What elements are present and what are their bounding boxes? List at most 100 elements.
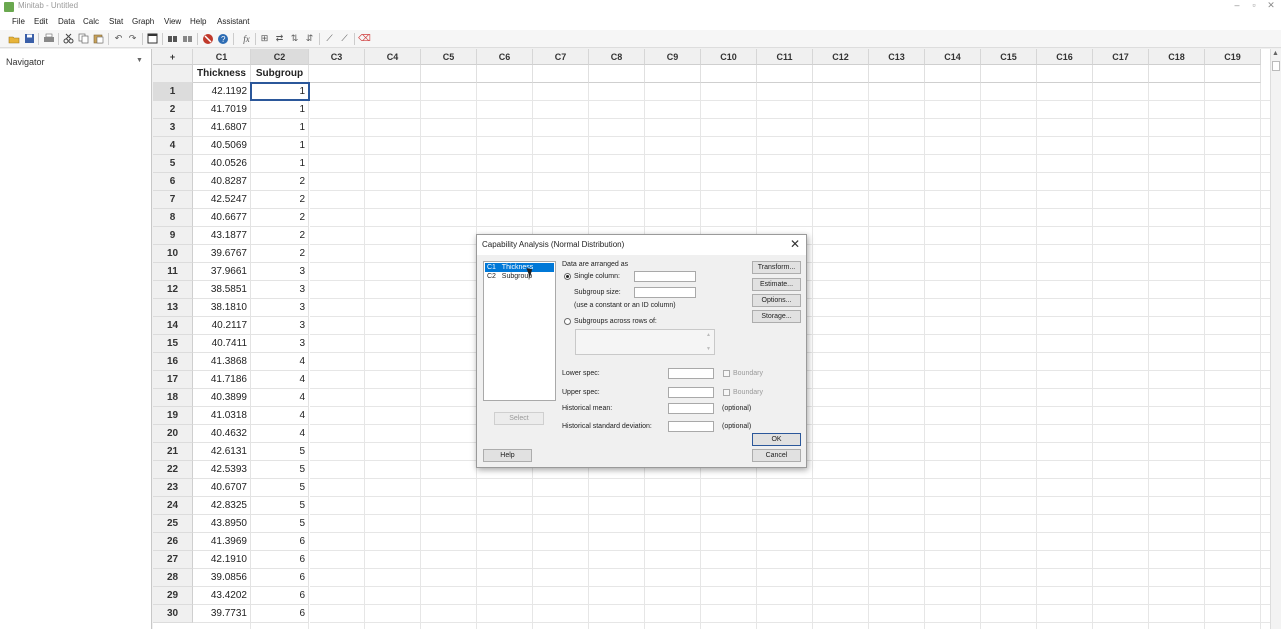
thickness-cell[interactable]: 40.0526 [193, 155, 251, 173]
column-name-cell[interactable]: Subgroup [251, 65, 309, 83]
row-header[interactable]: 22 [153, 461, 193, 479]
subgroup-cell[interactable]: 4 [251, 389, 309, 407]
row-header[interactable]: 23 [153, 479, 193, 497]
upper-boundary-checkbox[interactable] [723, 389, 730, 396]
thickness-cell[interactable]: 41.3868 [193, 353, 251, 371]
redo-icon[interactable]: ↷ [126, 32, 139, 45]
thickness-cell[interactable]: 42.5247 [193, 191, 251, 209]
subgroup-cell[interactable]: 4 [251, 425, 309, 443]
column-header-c15[interactable]: C15 [981, 49, 1037, 65]
help-icon[interactable]: ? [216, 32, 229, 45]
thickness-cell[interactable]: 41.3969 [193, 533, 251, 551]
thickness-cell[interactable]: 39.6767 [193, 245, 251, 263]
subgroup-cell[interactable]: 6 [251, 551, 309, 569]
row-header[interactable]: 12 [153, 281, 193, 299]
find-icon[interactable] [166, 32, 179, 45]
thickness-cell[interactable]: 42.1192 [193, 83, 251, 101]
column-header-c11[interactable]: C11 [757, 49, 813, 65]
estimate-button[interactable]: Estimate... [752, 278, 801, 291]
thickness-cell[interactable]: 40.3899 [193, 389, 251, 407]
help-button[interactable]: Help [483, 449, 532, 462]
thickness-cell[interactable]: 40.7411 [193, 335, 251, 353]
subgroups-across-rows-field[interactable]: ▲ ▼ [575, 329, 715, 355]
column-header-c17[interactable]: C17 [1093, 49, 1149, 65]
cancel-stop-icon[interactable] [201, 32, 214, 45]
new-window-icon[interactable] [146, 32, 159, 45]
row-header[interactable]: 30 [153, 605, 193, 623]
menu-data[interactable]: Data [58, 17, 75, 26]
subgroups-across-rows-radio[interactable] [564, 318, 571, 325]
column-header-c7[interactable]: C7 [533, 49, 589, 65]
scroll-thumb[interactable] [1272, 61, 1280, 71]
column-name-cell[interactable] [645, 65, 701, 83]
row-header[interactable]: 29 [153, 587, 193, 605]
subgroup-cell[interactable]: 5 [251, 497, 309, 515]
move-columns-icon[interactable]: ⇅ [288, 32, 301, 45]
row-header[interactable]: 14 [153, 317, 193, 335]
dialog-close-button[interactable]: ✕ [790, 237, 800, 251]
menu-calc[interactable]: Calc [83, 17, 99, 26]
subgroup-cell[interactable]: 4 [251, 353, 309, 371]
column-name-cell[interactable] [1149, 65, 1205, 83]
row-header[interactable]: 11 [153, 263, 193, 281]
sort-icon[interactable]: ⇵ [303, 32, 316, 45]
thickness-cell[interactable]: 41.6807 [193, 119, 251, 137]
corner-header[interactable]: + [153, 49, 193, 65]
subgroup-cell[interactable]: 1 [251, 155, 309, 173]
variable-list[interactable]: C1 Thickness C2 Subgroup [483, 261, 556, 401]
formula-icon[interactable]: fx [240, 32, 253, 45]
column-header-c16[interactable]: C16 [1037, 49, 1093, 65]
subgroup-cell[interactable]: 6 [251, 533, 309, 551]
menu-graph[interactable]: Graph [132, 17, 154, 26]
thickness-cell[interactable]: 38.1810 [193, 299, 251, 317]
ok-button[interactable]: OK [752, 433, 801, 446]
column-name-cell[interactable] [477, 65, 533, 83]
column-name-cell[interactable] [757, 65, 813, 83]
subgroup-cell[interactable]: 2 [251, 191, 309, 209]
row-header[interactable]: 27 [153, 551, 193, 569]
row-header[interactable]: 28 [153, 569, 193, 587]
row-header[interactable]: 4 [153, 137, 193, 155]
cut-icon[interactable] [62, 32, 75, 45]
column-header-c14[interactable]: C14 [925, 49, 981, 65]
graph-tool-icon[interactable]: ⟋ [338, 32, 351, 45]
menu-assistant[interactable]: Assistant [217, 17, 249, 26]
close-window-button[interactable]: ✕ [1264, 0, 1278, 11]
thickness-cell[interactable]: 43.1877 [193, 227, 251, 245]
row-header[interactable]: 9 [153, 227, 193, 245]
column-name-cell[interactable] [589, 65, 645, 83]
open-folder-icon[interactable] [7, 32, 20, 45]
thickness-cell[interactable]: 42.6131 [193, 443, 251, 461]
subgroup-cell[interactable]: 2 [251, 245, 309, 263]
column-header-c9[interactable]: C9 [645, 49, 701, 65]
column-header-c18[interactable]: C18 [1149, 49, 1205, 65]
column-name-cell[interactable] [533, 65, 589, 83]
column-name-cell[interactable] [309, 65, 365, 83]
storage-button[interactable]: Storage... [752, 310, 801, 323]
row-header[interactable]: 26 [153, 533, 193, 551]
row-header[interactable]: 7 [153, 191, 193, 209]
column-name-cell[interactable] [813, 65, 869, 83]
single-column-field[interactable] [634, 271, 696, 282]
thickness-cell[interactable]: 40.4632 [193, 425, 251, 443]
insert-rows-icon[interactable]: ⊞ [258, 32, 271, 45]
subgroup-cell[interactable]: 3 [251, 263, 309, 281]
minimize-button[interactable]: – [1230, 0, 1244, 10]
cancel-button[interactable]: Cancel [752, 449, 801, 462]
column-name-cell[interactable] [701, 65, 757, 83]
save-icon[interactable] [23, 32, 36, 45]
subgroup-cell[interactable]: 2 [251, 227, 309, 245]
subgroup-size-field[interactable] [634, 287, 696, 298]
subgroup-cell[interactable]: 1 [251, 137, 309, 155]
historical-mean-field[interactable] [668, 403, 714, 414]
subgroup-cell[interactable]: 1 [251, 101, 309, 119]
column-name-cell[interactable]: Thickness [193, 65, 251, 83]
row-header[interactable]: 5 [153, 155, 193, 173]
thickness-cell[interactable]: 41.0318 [193, 407, 251, 425]
row-header[interactable]: 20 [153, 425, 193, 443]
subgroup-cell[interactable]: 4 [251, 407, 309, 425]
subgroup-cell[interactable]: 3 [251, 281, 309, 299]
navigator-dropdown-icon[interactable]: ▼ [136, 57, 143, 64]
select-button[interactable]: Select [494, 412, 544, 425]
subgroup-cell[interactable]: 2 [251, 173, 309, 191]
